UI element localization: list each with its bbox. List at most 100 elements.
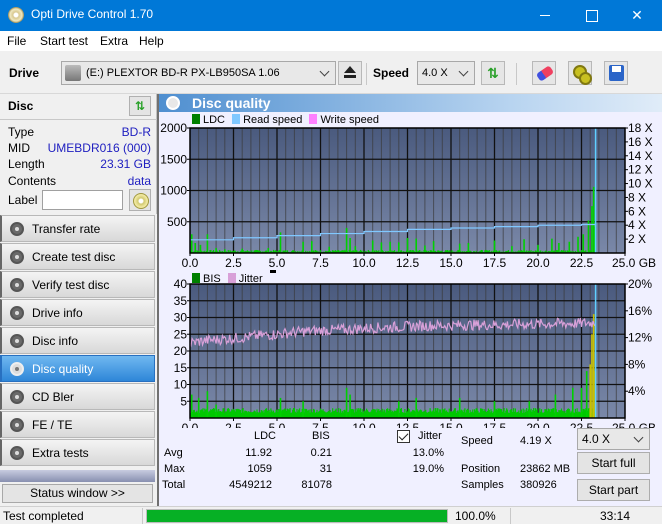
y-tick-label-left: 10 bbox=[174, 378, 188, 392]
nav-item-cd-bler[interactable]: CD Bler bbox=[0, 383, 155, 410]
nav-item-label: CD Bler bbox=[32, 390, 75, 404]
jitter-checkbox[interactable] bbox=[397, 430, 410, 443]
nav-item-label: Verify test disc bbox=[32, 278, 110, 292]
refresh-arrows-button[interactable]: ⇅ bbox=[481, 61, 505, 85]
disc-icon bbox=[10, 334, 24, 348]
y-tick-label-right: 12% bbox=[628, 331, 652, 345]
y-tick-label-left: 500 bbox=[167, 215, 187, 229]
status-window-button[interactable]: Status window >> bbox=[2, 484, 153, 503]
y-tick-label-left: 5 bbox=[180, 394, 187, 408]
x-tick-label: 2.5 bbox=[225, 256, 242, 270]
nav-item-disc-quality[interactable]: Disc quality bbox=[0, 355, 155, 382]
panel-header: Disc quality bbox=[159, 94, 662, 112]
drive-select[interactable]: (E:) PLEXTOR BD-R PX-LB950SA 1.06 bbox=[61, 61, 336, 85]
x-tick-label: 12.5 bbox=[396, 256, 420, 270]
disc-length-label: Length bbox=[8, 157, 45, 171]
x-tick-label: 2.5 bbox=[225, 421, 242, 428]
speed-select[interactable]: 4.0 X bbox=[417, 61, 475, 85]
y-tick-label-left: 30 bbox=[174, 311, 188, 325]
bis-chart: 0.0 2.5 5.0 7.5 10.0 12.5 15.0 17.5 20.0 22.5 25.0… bbox=[174, 278, 656, 428]
chevron-down-icon bbox=[458, 66, 469, 77]
y-tick-label-left: 1500 bbox=[160, 152, 187, 166]
y-tick-label-left: 40 bbox=[174, 278, 188, 291]
nav-item-extra-tests[interactable]: Extra tests bbox=[0, 439, 155, 466]
disc-icon bbox=[10, 390, 24, 404]
x-tick-label: 10.0 bbox=[352, 256, 376, 270]
start-part-button[interactable]: Start part bbox=[577, 479, 650, 501]
x-tick-label: 22.5 bbox=[570, 256, 594, 270]
menu-file[interactable]: File bbox=[7, 34, 26, 48]
total-label: Total bbox=[162, 479, 186, 491]
panel-title: Disc quality bbox=[192, 95, 271, 111]
x-tick-label: 0.0 bbox=[182, 421, 199, 428]
x-tick-label: 7.5 bbox=[312, 421, 329, 428]
disc-icon bbox=[10, 250, 24, 264]
nav-item-verify-test-disc[interactable]: Verify test disc bbox=[0, 271, 155, 298]
total-bis: 81078 bbox=[301, 479, 332, 491]
col-bis-header: BIS bbox=[312, 430, 330, 442]
settings-gears-button[interactable] bbox=[568, 61, 592, 85]
ldc-chart: 0.0 2.5 5.0 7.5 10.0 12.5 15.0 17.5 20.0 22.5 25.0… bbox=[160, 122, 656, 270]
y-tick-label-right: 18 X bbox=[628, 122, 653, 135]
y-tick-label-right: 6 X bbox=[628, 204, 646, 218]
divider bbox=[510, 508, 511, 524]
samples-value: 380926 bbox=[520, 479, 557, 491]
disc-contents-label: Contents bbox=[8, 174, 57, 188]
y-tick-label-right: 8% bbox=[628, 357, 646, 371]
start-full-button[interactable]: Start full bbox=[577, 452, 650, 474]
speed-label: Speed bbox=[461, 435, 493, 447]
x-tick-label: 20.0 bbox=[526, 421, 550, 428]
progress-bar bbox=[146, 509, 448, 523]
y-tick-label-right: 12 X bbox=[628, 163, 653, 177]
y-tick-label-left: 2000 bbox=[160, 122, 187, 135]
save-button[interactable] bbox=[604, 61, 628, 85]
speed-label: Speed bbox=[373, 66, 410, 80]
nav-item-transfer-rate[interactable]: Transfer rate bbox=[0, 215, 155, 242]
progress-fill bbox=[147, 510, 447, 522]
menu-start-test[interactable]: Start test bbox=[40, 34, 88, 48]
disc-quality-icon bbox=[166, 96, 180, 110]
disc-refresh-button[interactable]: ⇅ bbox=[129, 96, 151, 116]
y-tick-label-right: 14 X bbox=[628, 149, 653, 163]
disc-icon bbox=[10, 222, 24, 236]
nav-item-create-test-disc[interactable]: Create test disc bbox=[0, 243, 155, 270]
avg-ldc: 11.92 bbox=[245, 447, 272, 459]
title-bar: Opti Drive Control 1.70 ✕ bbox=[0, 0, 662, 31]
nav-item-label: Extra tests bbox=[32, 446, 89, 460]
disc-label-button[interactable] bbox=[129, 189, 151, 211]
nav-item-fe-te[interactable]: FE / TE bbox=[0, 411, 155, 438]
disc-label-input[interactable] bbox=[42, 190, 123, 210]
sidebar-filler bbox=[0, 470, 155, 482]
minimize-button[interactable] bbox=[522, 0, 568, 31]
nav-item-label: Drive info bbox=[32, 306, 83, 320]
x-tick-label: 17.5 bbox=[483, 421, 507, 428]
jitter-label: Jitter bbox=[418, 430, 442, 442]
app-disc-icon bbox=[8, 7, 24, 23]
erase-button[interactable] bbox=[532, 61, 556, 85]
disc-icon bbox=[10, 306, 24, 320]
nav-item-disc-info[interactable]: Disc info bbox=[0, 327, 155, 354]
y-tick-label-right: 4 X bbox=[628, 218, 646, 232]
nav-item-label: FE / TE bbox=[32, 418, 73, 432]
max-jitter: 19.0% bbox=[412, 463, 444, 475]
test-speed-select[interactable]: 4.0 X bbox=[577, 428, 650, 450]
toolbar-divider bbox=[366, 63, 367, 85]
divider bbox=[0, 119, 157, 120]
maximize-button[interactable] bbox=[568, 0, 614, 31]
menu-extra[interactable]: Extra bbox=[100, 34, 128, 48]
nav-item-drive-info[interactable]: Drive info bbox=[0, 299, 155, 326]
disc-quality-panel: Disc quality LDC Read speed Write speed … bbox=[157, 94, 662, 506]
close-button[interactable]: ✕ bbox=[614, 0, 660, 31]
eject-button[interactable] bbox=[338, 61, 362, 85]
menu-help[interactable]: Help bbox=[139, 34, 164, 48]
x-tick-label: 20.0 bbox=[526, 256, 550, 270]
disc-icon bbox=[10, 418, 24, 432]
status-text: Test completed bbox=[3, 509, 84, 523]
disc-length-value: 23.31 GB bbox=[100, 157, 151, 171]
x-tick-label: 10.0 bbox=[352, 421, 376, 428]
elapsed-time: 33:14 bbox=[600, 509, 631, 523]
avg-bis: 0.21 bbox=[310, 447, 332, 459]
y-tick-label-right: 16 X bbox=[628, 135, 653, 149]
menu-bar: File Start test Extra Help bbox=[0, 31, 662, 51]
total-ldc: 4549212 bbox=[229, 479, 272, 491]
